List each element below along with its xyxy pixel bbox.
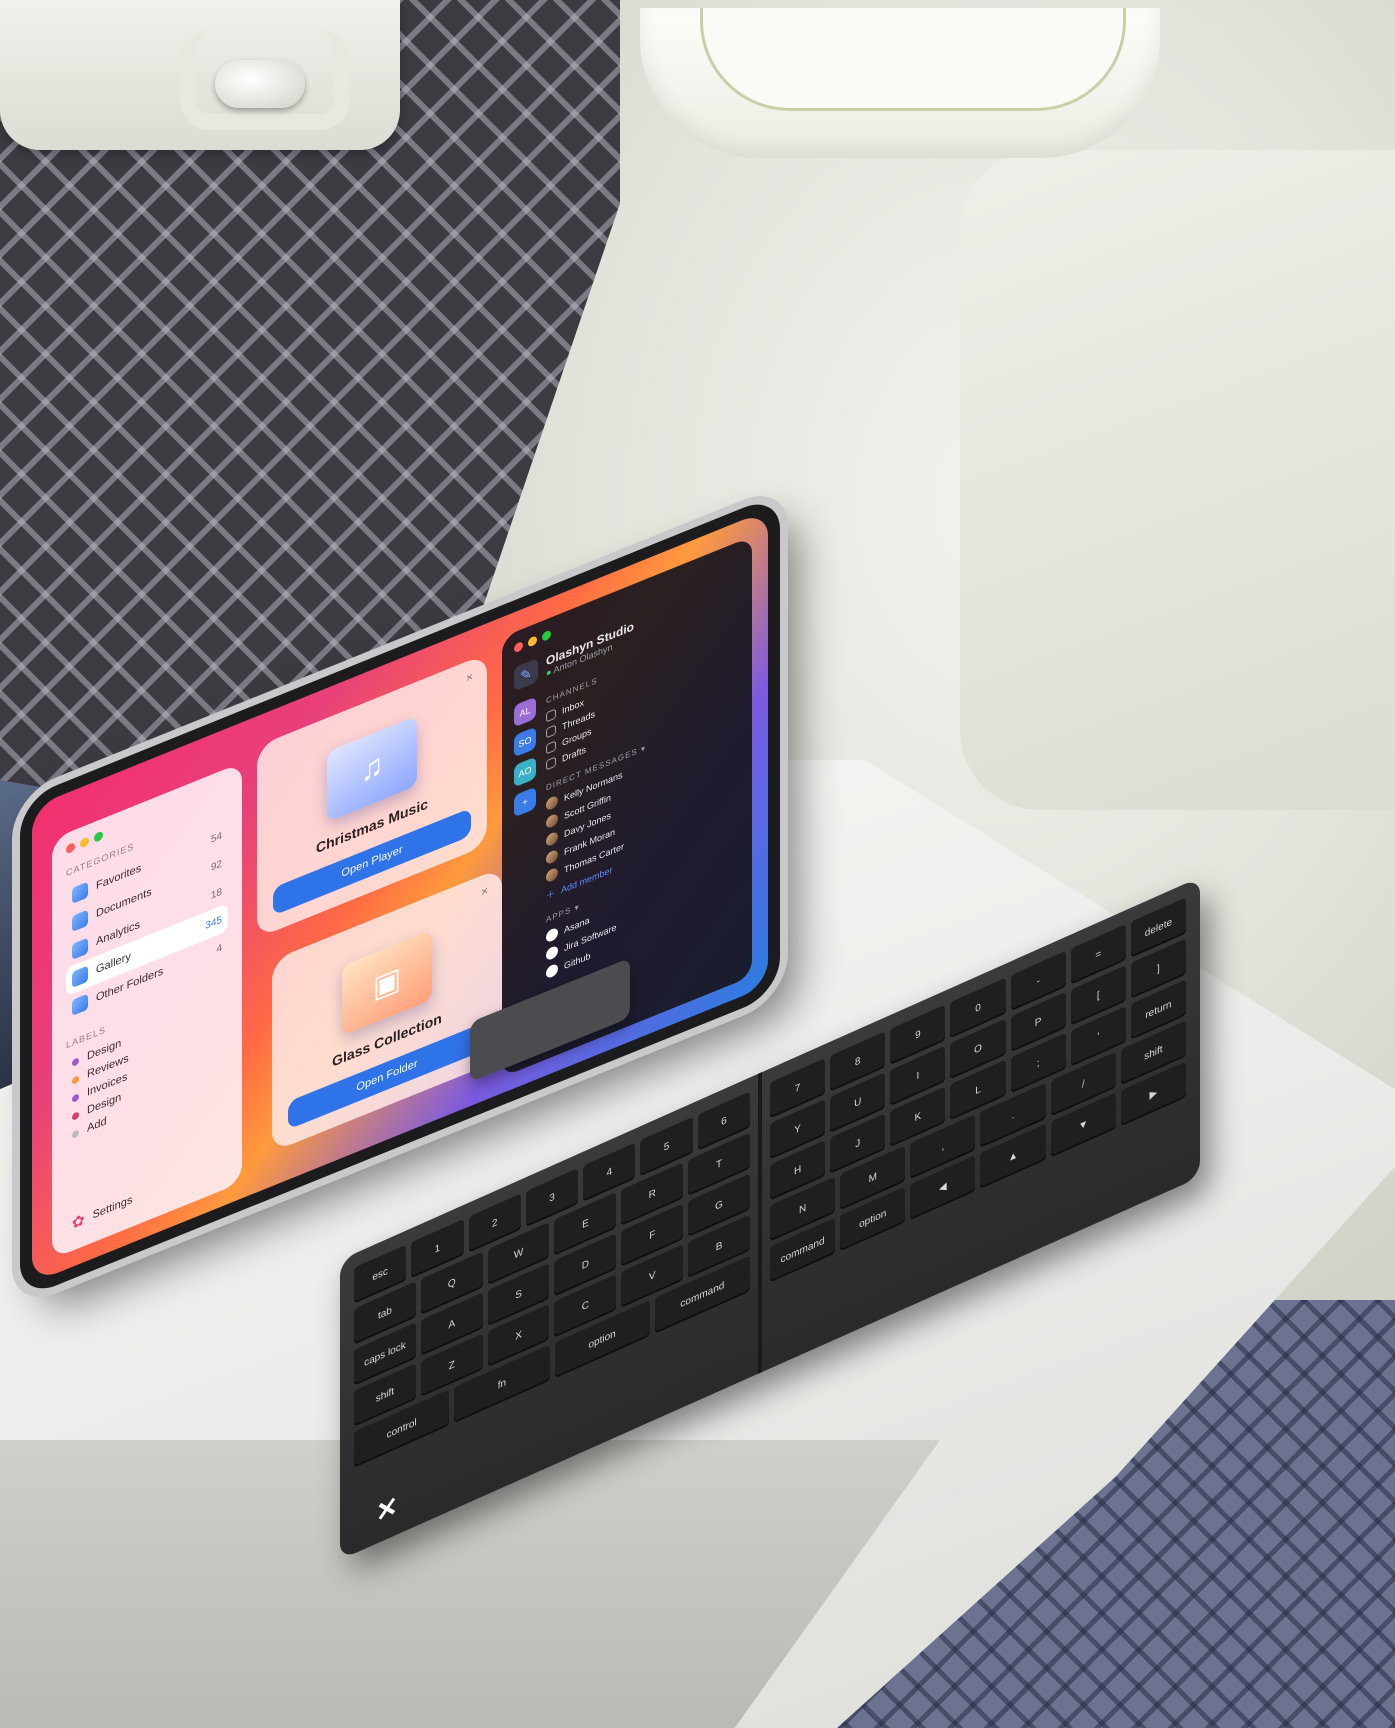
label-color-dot: [72, 1074, 79, 1085]
maximize-dot[interactable]: [94, 830, 103, 844]
folder-icon: [72, 965, 88, 988]
gear-icon: ✿: [72, 1210, 85, 1233]
image-icon: ▣: [372, 960, 402, 1006]
plus-icon: ＋: [546, 887, 556, 902]
settings-label: Settings: [92, 1193, 133, 1222]
label-color-dot: [72, 1110, 79, 1121]
workspace-button[interactable]: AL: [514, 696, 536, 728]
close-dot[interactable]: [514, 640, 523, 654]
music-note-icon: ♫: [360, 747, 384, 790]
workspace-rail: AL SO AO +: [514, 696, 536, 996]
channel-icon: [546, 708, 556, 723]
brand-logo: ✕: [376, 1489, 398, 1529]
minimize-dot[interactable]: [80, 836, 89, 849]
label-color-dot: [72, 1092, 79, 1103]
photo-scene: CATEGORIES Favorites 54 Documents 92 Analyti…: [0, 0, 1395, 1728]
avatar: [546, 812, 558, 830]
workspace-button[interactable]: SO: [514, 726, 536, 758]
avatar: [546, 794, 558, 812]
folder-icon: [72, 993, 88, 1016]
files-sidebar: CATEGORIES Favorites 54 Documents 92 Analyti…: [52, 762, 242, 1260]
app-icon: [546, 944, 558, 962]
keyboard-hinge: [758, 1072, 762, 1374]
label-color-dot: [72, 1056, 79, 1067]
label-text: Add: [87, 1115, 107, 1135]
category-count: 54: [210, 829, 222, 846]
feather-icon: ✎: [514, 657, 538, 692]
folder-icon: [72, 909, 88, 932]
channel-icon: [546, 740, 556, 755]
label-color-dot: [72, 1128, 79, 1139]
category-count: 18: [210, 885, 222, 902]
avatar: [546, 830, 558, 848]
category-count: 92: [210, 857, 222, 874]
category-count: 4: [216, 941, 222, 956]
avatar: [546, 866, 558, 884]
close-icon[interactable]: ×: [481, 883, 488, 900]
folder-icon: [72, 937, 88, 960]
settings-item[interactable]: ✿ Settings: [72, 1191, 132, 1233]
workspace-button[interactable]: +: [514, 786, 536, 818]
category-count: 345: [205, 913, 222, 932]
minimize-dot[interactable]: [528, 635, 537, 648]
airplane-window: [700, 8, 1126, 111]
close-icon[interactable]: ×: [466, 669, 473, 686]
tray-latch-knob: [215, 60, 305, 108]
workspace-button[interactable]: AO: [514, 756, 536, 788]
avatar: [546, 848, 558, 866]
channel-icon: [546, 756, 556, 771]
channel-icon: [546, 724, 556, 739]
app-icon: [546, 926, 558, 944]
close-dot[interactable]: [66, 841, 75, 855]
maximize-dot[interactable]: [542, 629, 551, 643]
folder-icon: [72, 881, 88, 904]
